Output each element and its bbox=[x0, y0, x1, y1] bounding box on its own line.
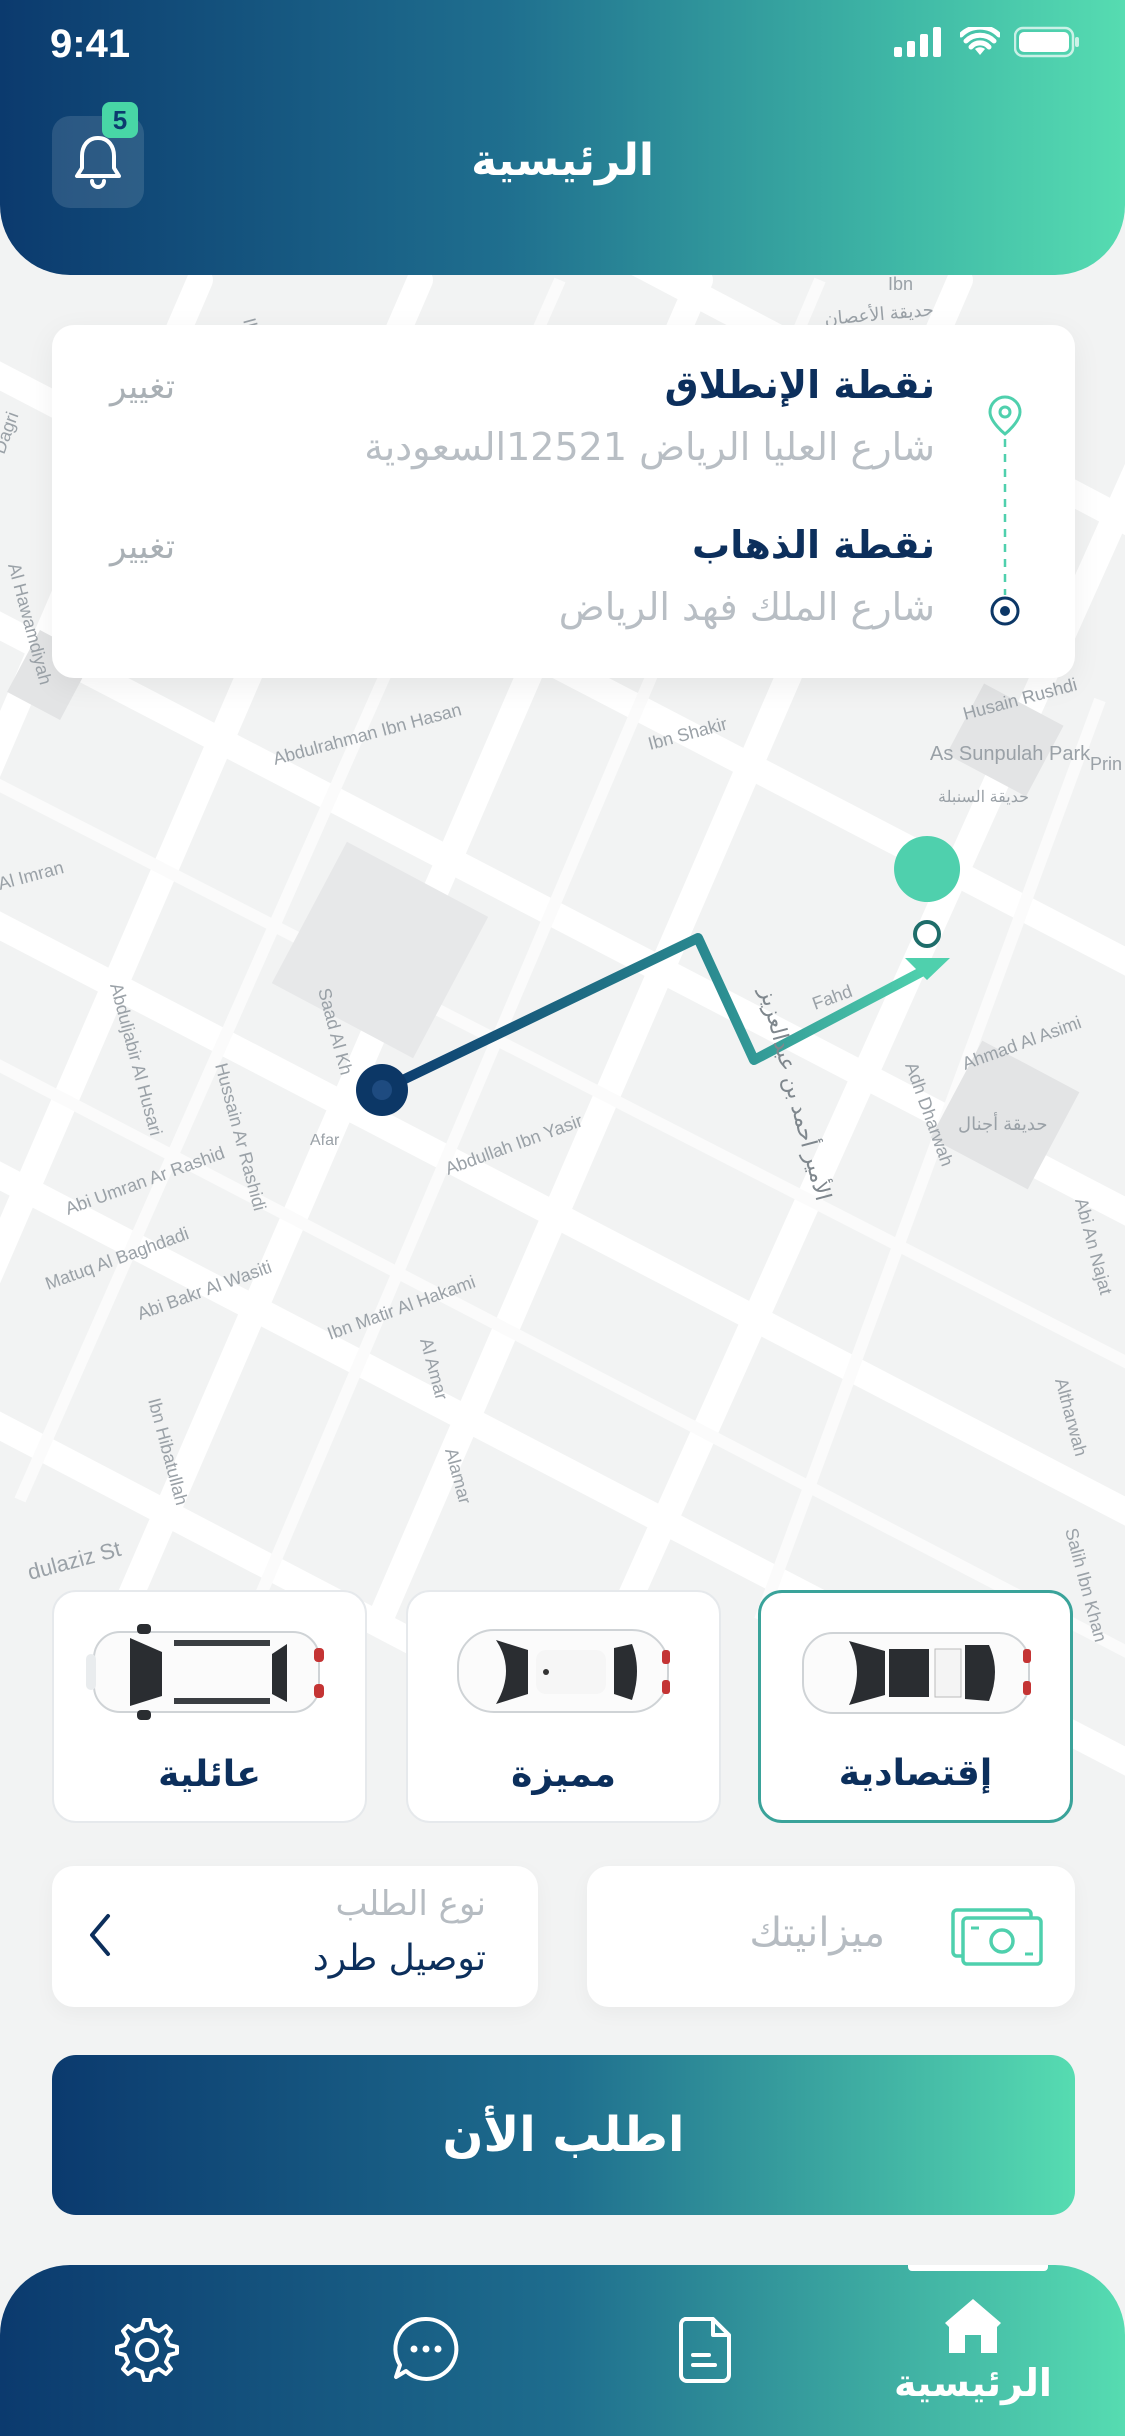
page-title: الرئيسية bbox=[471, 135, 654, 186]
svg-text:الأمير أحمد بن عبدالعزيز: الأمير أحمد بن عبدالعزيز bbox=[754, 983, 839, 1204]
svg-text:Dagri: Dagri bbox=[0, 409, 22, 456]
svg-text:As Sunpulah Park: As Sunpulah Park bbox=[930, 743, 1091, 765]
vehicle-card-premium[interactable]: مميزة bbox=[406, 1590, 721, 1823]
svg-text:حديقة السنبلة: حديقة السنبلة bbox=[938, 789, 1029, 806]
nav-item-home[interactable]: الرئيسية bbox=[894, 2295, 1052, 2405]
location-card: نقطة الإنطلاق شارع العليا الرياض 12521ال… bbox=[52, 325, 1075, 678]
svg-text:حديقة أجنال: حديقة أجنال bbox=[958, 1112, 1047, 1134]
svg-text:Al Imran: Al Imran bbox=[0, 857, 66, 894]
vehicle-label-economy: إقتصادية bbox=[838, 1753, 993, 1794]
header: 9:41 5 الرئيسية bbox=[0, 0, 1125, 275]
home-icon bbox=[944, 2299, 1001, 2353]
nav-item-orders[interactable] bbox=[675, 2313, 735, 2385]
document-icon bbox=[679, 2317, 731, 2383]
chat-icon bbox=[393, 2316, 459, 2381]
family-car-icon bbox=[86, 1624, 324, 1720]
svg-text:Afar: Afar bbox=[310, 1132, 340, 1149]
budget-placeholder: ميزانيتك bbox=[749, 1910, 885, 1956]
order-now-button[interactable]: اطلب الأن bbox=[52, 2055, 1075, 2215]
request-type-label: نوع الطلب bbox=[335, 1884, 486, 1924]
nav-item-messages[interactable] bbox=[390, 2313, 462, 2385]
svg-text:Prin: Prin bbox=[1090, 754, 1122, 774]
svg-text:Altharwah: Altharwah bbox=[1051, 1376, 1091, 1458]
change-dropoff-link[interactable]: تغيير bbox=[110, 527, 175, 567]
battery-icon bbox=[1014, 26, 1079, 58]
vehicle-label-family: عائلية bbox=[158, 1754, 261, 1795]
notification-badge: 5 bbox=[102, 102, 138, 138]
cellular-signal-icon bbox=[894, 27, 941, 57]
pickup-title: نقطة الإنطلاق bbox=[664, 363, 935, 407]
dropoff-address: شارع الملك فهد الرياض bbox=[558, 585, 935, 629]
request-type-value: توصيل طرد bbox=[312, 1938, 486, 1979]
svg-text:dulaziz St: dulaziz St bbox=[25, 1536, 124, 1585]
svg-text:Ibn: Ibn bbox=[888, 274, 913, 294]
vehicle-label-premium: مميزة bbox=[511, 1754, 616, 1795]
nav-item-settings[interactable] bbox=[112, 2315, 182, 2385]
request-type-selector[interactable]: نوع الطلب توصيل طرد bbox=[52, 1866, 538, 2007]
vehicle-selector: عائلية مميزة إقتصادية bbox=[52, 1590, 1075, 1823]
gear-icon bbox=[115, 2318, 179, 2382]
nav-active-indicator bbox=[908, 2265, 1048, 2271]
premium-car-icon bbox=[457, 1629, 670, 1713]
pickup-address: شارع العليا الرياض 12521السعودية bbox=[364, 425, 935, 469]
bottom-navigation: الرئيسية bbox=[0, 2265, 1125, 2436]
vehicle-card-economy[interactable]: إقتصادية bbox=[758, 1590, 1073, 1823]
dropoff-title: نقطة الذهاب bbox=[692, 523, 935, 567]
status-time: 9:41 bbox=[50, 22, 131, 66]
budget-input[interactable]: ميزانيتك bbox=[587, 1866, 1075, 2007]
status-icons bbox=[894, 26, 1080, 58]
wifi-icon bbox=[960, 27, 1000, 55]
vehicle-card-family[interactable]: عائلية bbox=[52, 1590, 367, 1823]
change-pickup-link[interactable]: تغيير bbox=[110, 367, 175, 407]
economy-car-icon bbox=[802, 1632, 1031, 1714]
money-icon bbox=[951, 1908, 1043, 1966]
nav-label-home: الرئيسية bbox=[894, 2361, 1052, 2405]
chevron-left-icon bbox=[90, 1914, 110, 1956]
route-indicator bbox=[988, 395, 1022, 626]
dropoff-row[interactable]: نقطة الذهاب شارع الملك فهد الرياض bbox=[92, 523, 935, 629]
pickup-row[interactable]: نقطة الإنطلاق شارع العليا الرياض 12521ال… bbox=[92, 363, 935, 469]
